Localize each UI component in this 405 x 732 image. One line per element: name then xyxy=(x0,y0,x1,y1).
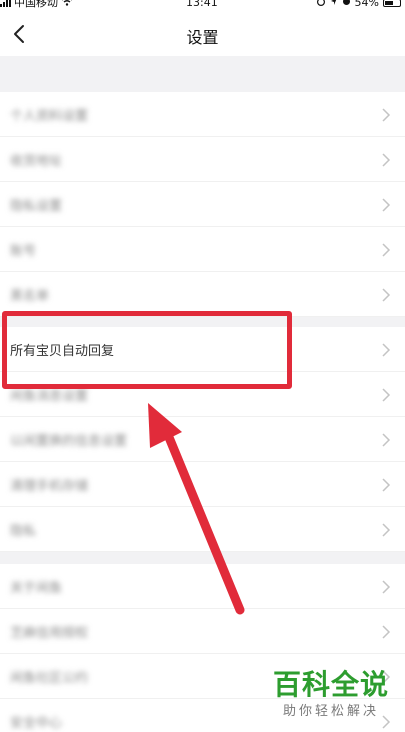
watermark-subtitle: 助你轻松解决 xyxy=(282,704,379,719)
annotation-arrow-icon xyxy=(148,403,245,615)
settings-screen: 中国移动 13:41 54% 设置 个人资料设置 收货地址 隐私设置 账号 黑名… xyxy=(0,0,405,732)
watermark: 百科全说 助你轻松解决 xyxy=(272,668,389,720)
watermark-title: 百科全说 xyxy=(272,668,389,701)
